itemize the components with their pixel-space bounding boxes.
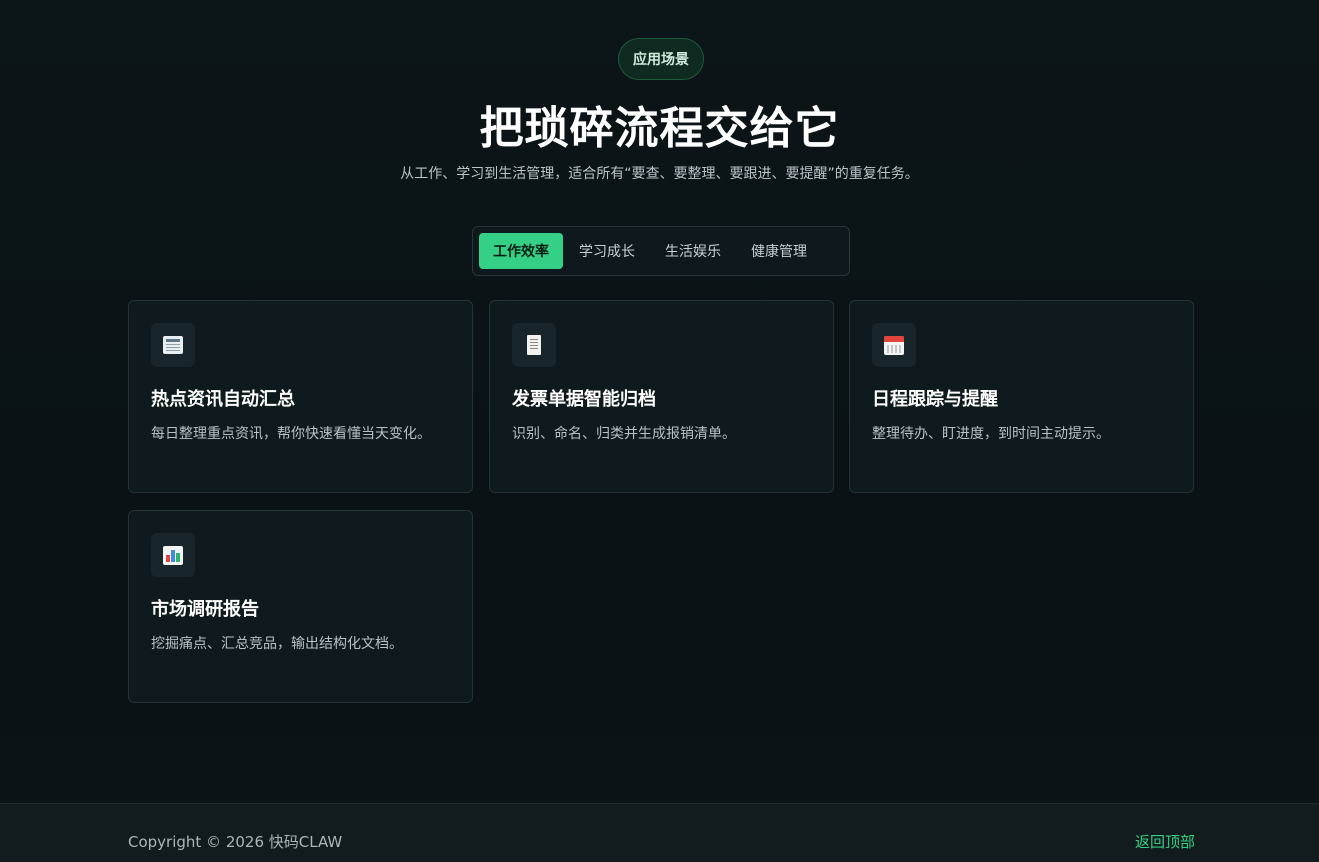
back-to-top-link[interactable]: 返回顶部 (1135, 831, 1195, 852)
tab-life-entertainment[interactable]: 生活娱乐 (651, 233, 735, 269)
copyright-text: Copyright © 2026 快码CLAW (128, 833, 343, 851)
card-description: 每日整理重点资讯，帮你快速看懂当天变化。 (151, 426, 431, 442)
card-title: 热点资讯自动汇总 (151, 389, 295, 410)
category-tabs: 工作效率 学习成长 生活娱乐 健康管理 (472, 226, 850, 276)
scenario-card-market-research[interactable]: 市场调研报告 挖掘痛点、汇总竞品，输出结构化文档。 (128, 510, 473, 703)
scenario-card-invoice[interactable]: 发票单据智能归档 识别、命名、归类并生成报销清单。 (489, 300, 834, 493)
tab-learning-growth[interactable]: 学习成长 (565, 233, 649, 269)
card-description: 识别、命名、归类并生成报销清单。 (512, 426, 736, 442)
scenario-card-schedule[interactable]: 日程跟踪与提醒 整理待办、盯进度，到时间主动提示。 (849, 300, 1194, 493)
tab-health-management[interactable]: 健康管理 (737, 233, 821, 269)
scenario-card-news[interactable]: 热点资讯自动汇总 每日整理重点资讯，帮你快速看懂当天变化。 (128, 300, 473, 493)
page-title: 把琐碎流程交给它 (479, 103, 840, 154)
card-description: 挖掘痛点、汇总竞品，输出结构化文档。 (151, 636, 403, 652)
card-title: 日程跟踪与提醒 (872, 389, 998, 410)
section-badge: 应用场景 (618, 38, 704, 80)
bar-chart-icon (151, 533, 195, 577)
newspaper-icon (151, 323, 195, 367)
calendar-icon (872, 323, 916, 367)
card-title: 市场调研报告 (151, 599, 259, 620)
receipt-icon (512, 323, 556, 367)
card-title: 发票单据智能归档 (512, 389, 656, 410)
tab-work-efficiency[interactable]: 工作效率 (479, 233, 563, 269)
card-description: 整理待办、盯进度，到时间主动提示。 (872, 426, 1110, 442)
footer: Copyright © 2026 快码CLAW 返回顶部 (0, 803, 1319, 862)
page-subtitle: 从工作、学习到生活管理，适合所有“要查、要整理、要跟进、要提醒”的重复任务。 (400, 166, 919, 182)
